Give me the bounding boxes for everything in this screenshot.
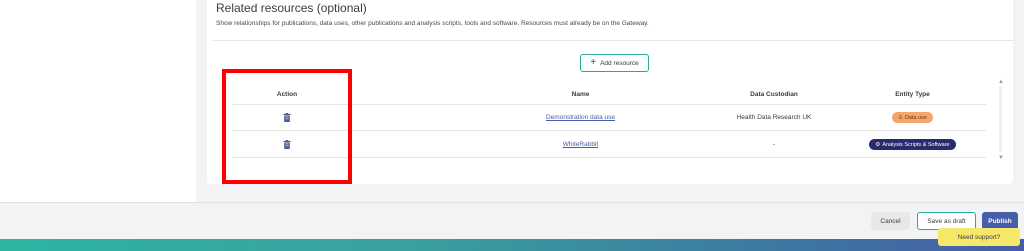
- entity-type-label: Analysis Scripts & Software: [882, 141, 950, 148]
- add-resource-button[interactable]: + Add resource: [580, 54, 649, 72]
- table-header: Action Name Data Custodian Entity Type: [232, 85, 986, 105]
- footer-gradient-bar: [0, 239, 1024, 251]
- header-action: Action: [276, 91, 298, 98]
- plus-icon: +: [590, 57, 597, 68]
- left-panel: [0, 0, 196, 202]
- entity-type-badge: ⚙ Analysis Scripts & Software: [869, 139, 956, 150]
- header-entity-type: Entity Type: [895, 91, 930, 98]
- cancel-button[interactable]: Cancel: [871, 212, 910, 230]
- table-row: Demonstration data use Health Data Resea…: [232, 105, 986, 131]
- data-custodian: Health Data Research UK: [736, 114, 812, 121]
- scroll-down-icon[interactable]: ▼: [998, 155, 1004, 161]
- section-title: Related resources (optional): [216, 1, 367, 15]
- trash-icon[interactable]: [283, 113, 291, 122]
- divider: [213, 40, 1013, 41]
- entity-type-badge: ♙ Data use: [892, 112, 933, 123]
- scrollbar[interactable]: [999, 86, 1002, 152]
- resource-name-link[interactable]: Demonstration data use: [546, 114, 615, 121]
- trash-icon[interactable]: [283, 140, 291, 149]
- entity-type-label: Data use: [904, 114, 927, 121]
- resource-name-link[interactable]: WhiteRabbit: [563, 141, 598, 148]
- footer-divider: [0, 202, 1024, 203]
- people-icon: ♙: [898, 114, 903, 121]
- section-description: Show relationships for publications, dat…: [216, 20, 649, 27]
- data-custodian: -: [772, 141, 776, 148]
- table-row: WhiteRabbit - ⚙ Analysis Scripts & Softw…: [232, 132, 986, 158]
- gears-icon: ⚙: [875, 141, 881, 148]
- add-resource-label: Add resource: [600, 59, 639, 67]
- need-support-button[interactable]: Need support?: [938, 228, 1020, 246]
- header-data-custodian: Data Custodian: [750, 91, 798, 98]
- scroll-up-icon[interactable]: ▲: [998, 79, 1004, 85]
